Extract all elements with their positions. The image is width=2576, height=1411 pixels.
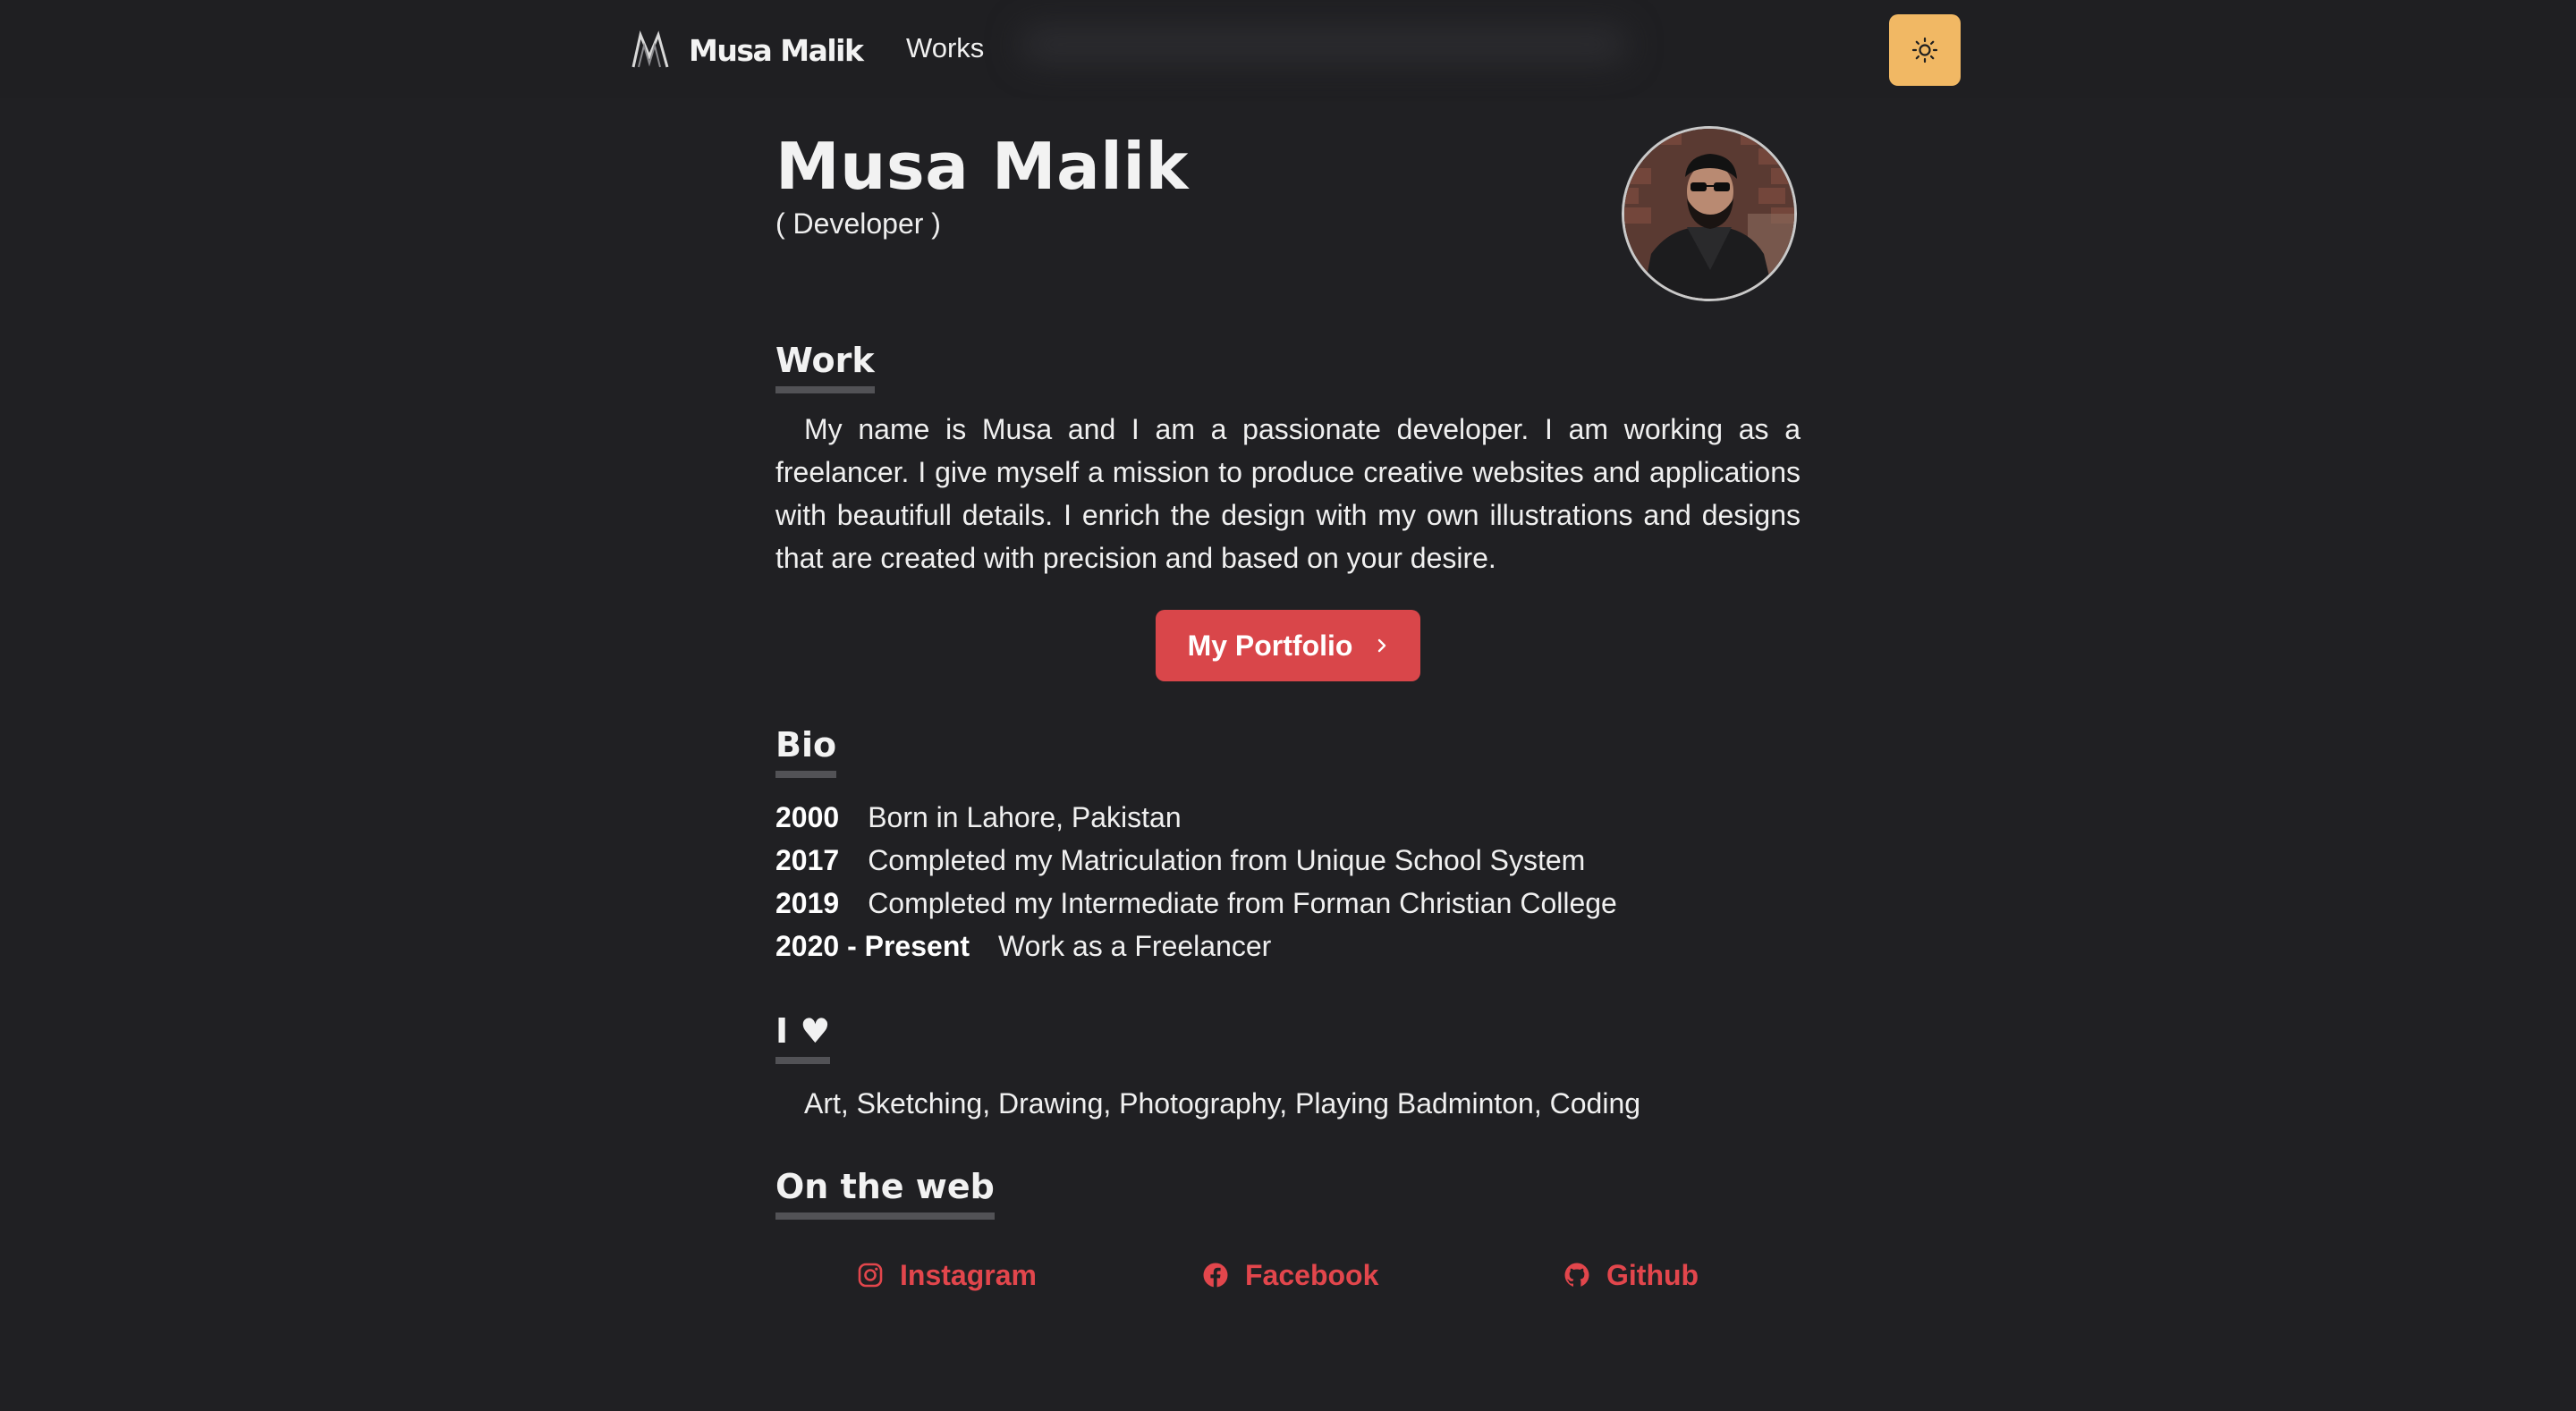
facebook-icon xyxy=(1202,1262,1229,1288)
love-list: Art, Sketching, Drawing, Photography, Pl… xyxy=(804,1087,1641,1120)
navbar-inner: Musa Malik Works xyxy=(630,0,1962,98)
github-icon xyxy=(1563,1262,1590,1288)
bio-heading: Bio xyxy=(775,722,837,778)
github-link[interactable]: Github xyxy=(1563,1254,1699,1297)
bio-text: Completed my Intermediate from Forman Ch… xyxy=(868,887,1617,919)
bio-text: Born in Lahore, Pakistan xyxy=(868,801,1182,833)
bio-item: 2000 Born in Lahore, Pakistan xyxy=(775,796,1182,839)
bio-item: 2019 Completed my Intermediate from Forma… xyxy=(775,882,1617,925)
love-heading: I ♥ xyxy=(775,1009,831,1064)
avatar xyxy=(1622,126,1797,301)
profile-role: ( Developer ) xyxy=(775,207,941,240)
instagram-icon xyxy=(857,1262,884,1288)
github-label: Github xyxy=(1606,1258,1699,1291)
work-description: My name is Musa and I am a passionate de… xyxy=(775,413,1801,574)
work-heading: Work xyxy=(775,338,875,393)
instagram-link[interactable]: Instagram xyxy=(857,1254,1037,1297)
brand-link[interactable]: Musa Malik xyxy=(630,27,864,73)
nav-link-works[interactable]: Works xyxy=(906,32,984,64)
bio-text: Completed my Matriculation from Unique S… xyxy=(868,844,1586,876)
theme-toggle-button[interactable] xyxy=(1889,14,1961,86)
on-the-web-heading: On the web xyxy=(775,1164,995,1220)
bio-year: 2000 xyxy=(775,801,840,833)
facebook-link[interactable]: Facebook xyxy=(1202,1254,1378,1297)
bio-year: 2017 xyxy=(775,844,840,876)
bio-year: 2020 - Present xyxy=(775,930,970,962)
navbar: Musa Malik Works xyxy=(0,0,2576,98)
bio-item: 2017 Completed my Matriculation from Uniq… xyxy=(775,839,1585,882)
facebook-label: Facebook xyxy=(1245,1258,1379,1291)
chevron-right-icon xyxy=(1376,638,1388,654)
sun-icon xyxy=(1911,37,1938,63)
my-portfolio-button[interactable]: My Portfolio xyxy=(1156,610,1420,681)
page: Musa Malik Works Musa Malik (Developer … xyxy=(0,0,2576,1411)
instagram-label: Instagram xyxy=(900,1258,1037,1291)
brand-logo-icon xyxy=(631,30,669,68)
profile-name: Musa Malik xyxy=(775,129,1189,204)
bio-item: 2020 - Present Work as a Freelancer xyxy=(775,925,1271,967)
avatar-photo xyxy=(1624,129,1794,299)
bio-text: Work as a Freelancer xyxy=(998,930,1272,962)
brand-name: Musa Malik xyxy=(689,32,864,68)
portfolio-button-label: My Portfolio xyxy=(1187,629,1353,662)
bio-year: 2019 xyxy=(775,887,840,919)
